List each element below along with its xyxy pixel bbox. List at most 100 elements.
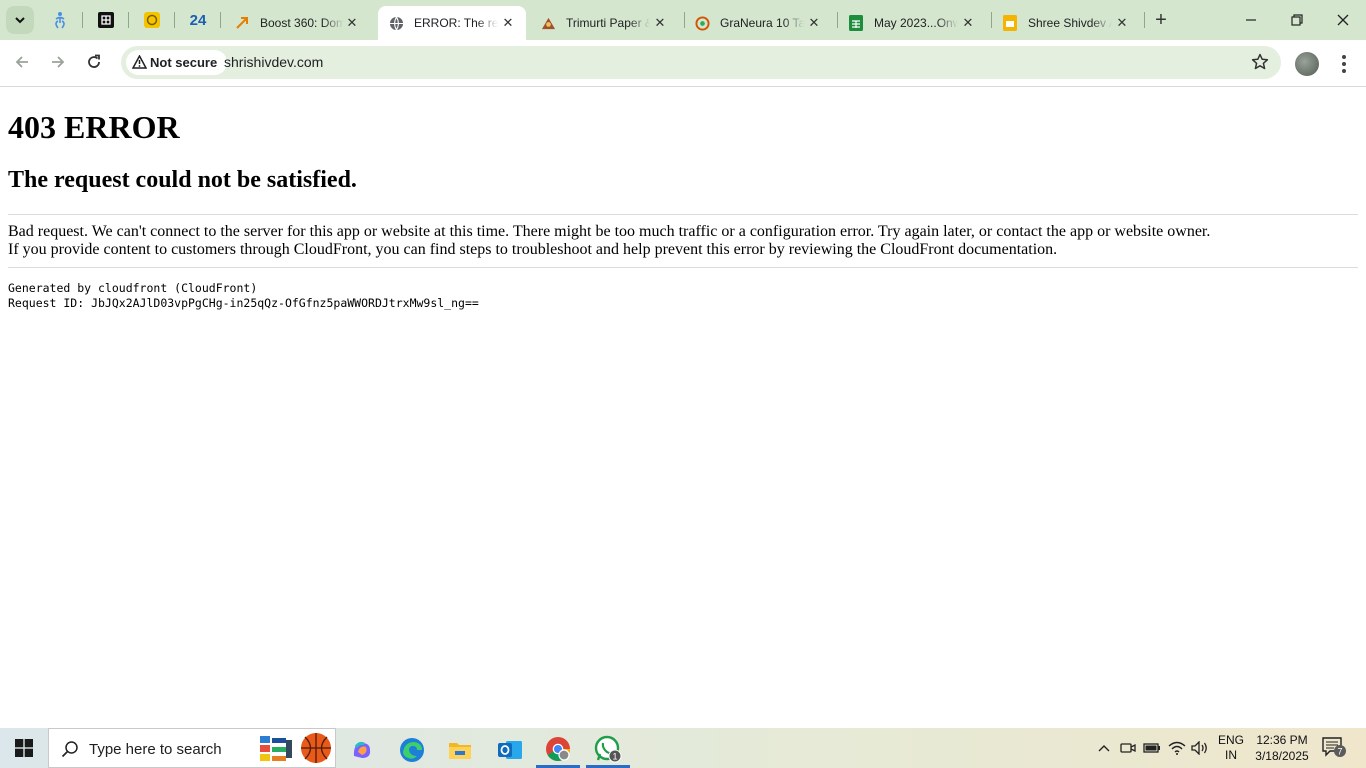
- error-description-line2: If you provide content to customers thro…: [8, 241, 1058, 258]
- search-placeholder: Type here to search: [89, 741, 222, 758]
- search-icon: [61, 741, 78, 758]
- search-highlight-widget[interactable]: [258, 732, 334, 764]
- tab-trimurti-paper[interactable]: Trimurti Paper & ✕: [530, 6, 678, 40]
- site-info-chip[interactable]: Not secure: [126, 50, 228, 75]
- tab-title: May 2023...Onw: [874, 16, 958, 30]
- notification-icon: 7: [1322, 737, 1346, 757]
- plus-icon: +: [1155, 9, 1167, 31]
- browser-menu-button[interactable]: [1336, 52, 1352, 76]
- tab-title: Shree Shivdev A: [1028, 16, 1112, 30]
- tab-boost-360[interactable]: Boost 360: Dom ✕: [224, 6, 370, 40]
- error-description-line1: Bad request. We can't connect to the ser…: [8, 223, 1211, 240]
- volume-control[interactable]: [1190, 738, 1210, 758]
- forward-button[interactable]: [44, 48, 72, 76]
- sheets-icon: [848, 15, 864, 31]
- slides-icon: [1002, 15, 1018, 31]
- tab-search-button[interactable]: [6, 6, 34, 34]
- notes-icon: [144, 12, 160, 28]
- whatsapp-icon: 1: [594, 735, 622, 762]
- tab-title: GraNeura 10 Ta: [720, 16, 804, 30]
- clock-time: 12:36 PM: [1256, 733, 1308, 747]
- taskbar-whatsapp[interactable]: 1: [586, 732, 630, 768]
- pinned-tab-app[interactable]: [94, 8, 118, 32]
- graneura-icon: [694, 15, 710, 31]
- outlook-icon: [498, 741, 522, 759]
- accessibility-icon: [55, 12, 65, 29]
- network-status[interactable]: [1167, 738, 1187, 758]
- tab-title: ERROR: The req: [414, 16, 498, 30]
- tab-separator: [82, 12, 83, 28]
- arrow-left-icon: [15, 56, 28, 68]
- wifi-icon: [1168, 741, 1186, 755]
- back-button[interactable]: [8, 48, 36, 76]
- security-label: Not secure: [150, 55, 218, 70]
- divider: [8, 214, 1358, 215]
- tab-shree-shivdev[interactable]: Shree Shivdev A ✕: [992, 6, 1140, 40]
- globe-icon: [388, 15, 404, 31]
- tab-title: Boost 360: Dom: [260, 16, 344, 30]
- divider: [8, 267, 1358, 268]
- dot: [1342, 62, 1346, 66]
- taskbar-outlook[interactable]: [488, 732, 532, 768]
- pinned-tab-accessibility[interactable]: [48, 8, 72, 32]
- tab-may-2023-sheet[interactable]: May 2023...Onw ✕: [838, 6, 986, 40]
- close-tab-icon[interactable]: ✕: [500, 15, 516, 31]
- pinned-tab-notes[interactable]: [140, 8, 164, 32]
- close-tab-icon[interactable]: ✕: [344, 15, 360, 31]
- arrow-right-icon: [52, 56, 65, 68]
- error-heading: 403 ERROR: [8, 109, 180, 145]
- input-language-indicator[interactable]: ENG IN: [1218, 733, 1244, 763]
- folder-icon: [449, 743, 471, 759]
- show-hidden-icons-button[interactable]: [1094, 738, 1114, 758]
- boost-icon: [234, 15, 250, 31]
- tab-title: Trimurti Paper &: [566, 16, 650, 30]
- pinned-tab-24[interactable]: 24: [186, 8, 210, 32]
- meet-now-button[interactable]: [1118, 738, 1138, 758]
- chevron-down-icon: [15, 17, 25, 24]
- close-icon: [1337, 14, 1349, 26]
- trimurti-icon: [540, 15, 556, 31]
- generated-by-text: Generated by cloudfront (CloudFront): [8, 281, 258, 295]
- taskbar-copilot[interactable]: [340, 732, 384, 768]
- taskbar-chrome[interactable]: [536, 732, 580, 768]
- error-subheading: The request could not be satisfied.: [8, 167, 357, 193]
- notification-center-button[interactable]: 7: [1322, 737, 1346, 759]
- address-bar[interactable]: Not secure shrishivdev.com: [121, 46, 1281, 79]
- close-tab-icon[interactable]: ✕: [806, 15, 822, 31]
- tab-separator: [174, 12, 175, 28]
- close-tab-icon[interactable]: ✕: [652, 15, 668, 31]
- notification-count: 7: [1337, 747, 1342, 757]
- reload-button[interactable]: [80, 48, 108, 76]
- region-code: IN: [1225, 748, 1237, 762]
- new-tab-button[interactable]: +: [1150, 9, 1172, 31]
- restore-button[interactable]: [1274, 0, 1320, 40]
- clock-date: 3/18/2025: [1255, 749, 1309, 763]
- tab-error-active[interactable]: ERROR: The req ✕: [378, 6, 526, 40]
- dot: [1342, 69, 1346, 73]
- edge-icon: [400, 738, 424, 762]
- url-text[interactable]: shrishivdev.com: [224, 54, 323, 70]
- reload-icon: [88, 54, 100, 68]
- tab-separator: [220, 12, 221, 28]
- start-button[interactable]: [0, 728, 48, 768]
- tab-separator: [128, 12, 129, 28]
- dot: [1342, 55, 1346, 59]
- close-tab-icon[interactable]: ✕: [1114, 15, 1130, 31]
- clock[interactable]: 12:36 PM 3/18/2025: [1252, 732, 1312, 764]
- close-tab-icon[interactable]: ✕: [960, 15, 976, 31]
- browser-toolbar: Not secure shrishivdev.com: [0, 40, 1366, 87]
- chrome-icon: [546, 736, 570, 761]
- page-content: 403 ERROR The request could not be satis…: [0, 88, 1366, 728]
- tab-graneura[interactable]: GraNeura 10 Ta ✕: [684, 6, 832, 40]
- taskbar-file-explorer[interactable]: [438, 732, 482, 768]
- battery-status[interactable]: [1142, 738, 1162, 758]
- request-id-text: Request ID: JbJQx2AJlD03vpPgCHg-in25qQz-…: [8, 296, 479, 310]
- minimize-button[interactable]: [1228, 0, 1274, 40]
- profile-avatar[interactable]: [1295, 52, 1319, 76]
- taskbar-edge[interactable]: [390, 732, 434, 768]
- close-window-button[interactable]: [1320, 0, 1366, 40]
- bookmark-star-icon[interactable]: [1251, 53, 1269, 71]
- windows-logo-icon: [15, 739, 33, 757]
- language-code: ENG: [1218, 733, 1245, 747]
- tab-separator: [1144, 12, 1145, 28]
